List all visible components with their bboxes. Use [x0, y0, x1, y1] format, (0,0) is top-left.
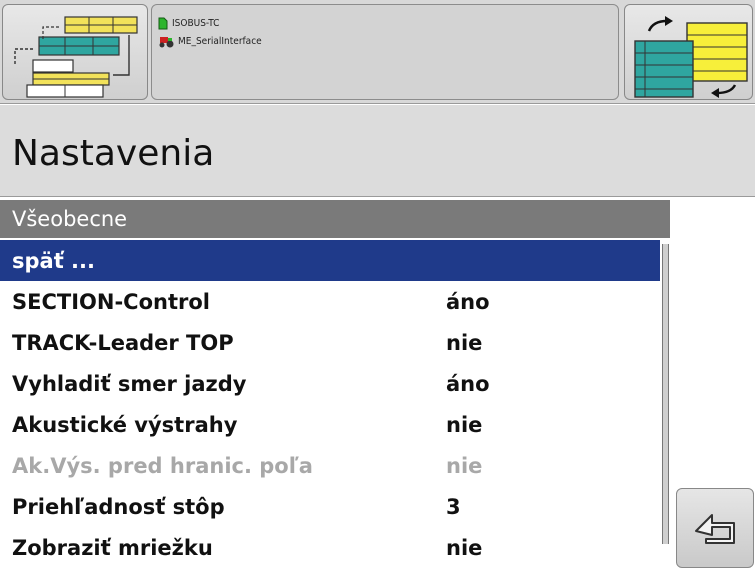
list-item-track-transparency[interactable]: Priehľadnosť stôp 3	[0, 486, 660, 527]
info-line-1-text: ISOBUS-TC	[172, 17, 220, 29]
tractor-icon	[159, 36, 174, 47]
item-label: Ak.Výs. pred hranic. poľa	[12, 453, 313, 478]
info-line-serial: ME_SerialInterface	[158, 33, 262, 49]
info-line-2-text: ME_SerialInterface	[178, 35, 262, 47]
back-button[interactable]	[676, 488, 754, 568]
section-header: Všeobecne	[0, 200, 670, 238]
list-item-track-leader-top[interactable]: TRACK-Leader TOP nie	[0, 322, 660, 363]
item-value: áno	[446, 371, 490, 396]
item-value: nie	[446, 453, 483, 478]
header-bar: ISOBUS-TC ME_SerialInterface	[0, 0, 755, 104]
back-arrow-icon	[695, 514, 735, 544]
item-label: späť ...	[12, 248, 95, 273]
item-label: TRACK-Leader TOP	[12, 330, 234, 355]
field-layout-icon	[14, 16, 138, 98]
item-value: nie	[446, 412, 483, 437]
title-bar: Nastavenia	[0, 105, 755, 197]
list-item-section-control[interactable]: SECTION-Control áno	[0, 281, 660, 322]
swap-panels-button[interactable]	[624, 4, 753, 100]
page-title: Nastavenia	[12, 133, 215, 174]
item-label: Zobraziť mriežku	[12, 535, 213, 560]
list-item-smooth-direction[interactable]: Vyhladiť smer jazdy áno	[0, 363, 660, 404]
field-layout-button[interactable]	[2, 4, 148, 100]
list-item-back[interactable]: späť ...	[0, 240, 660, 281]
list-item-field-boundary-warning: Ak.Výs. pred hranic. poľa nie	[0, 445, 660, 486]
info-line-isobus: ISOBUS-TC	[158, 15, 219, 31]
job-info-panel: ISOBUS-TC ME_SerialInterface	[151, 4, 619, 100]
item-label: Priehľadnosť stôp	[12, 494, 225, 519]
item-label: Akustické výstrahy	[12, 412, 238, 437]
item-value: nie	[446, 535, 483, 560]
item-value: 3	[446, 494, 461, 519]
item-value: nie	[446, 330, 483, 355]
document-icon	[158, 17, 168, 29]
list-scrollbar[interactable]	[662, 244, 669, 544]
item-label: SECTION-Control	[12, 289, 210, 314]
item-label: Vyhladiť smer jazdy	[12, 371, 247, 396]
settings-list: späť ... SECTION-Control áno TRACK-Leade…	[0, 240, 660, 568]
swap-panels-icon	[634, 16, 748, 98]
list-item-acoustic-warnings[interactable]: Akustické výstrahy nie	[0, 404, 660, 445]
item-value: áno	[446, 289, 490, 314]
list-item-show-grid[interactable]: Zobraziť mriežku nie	[0, 527, 660, 568]
